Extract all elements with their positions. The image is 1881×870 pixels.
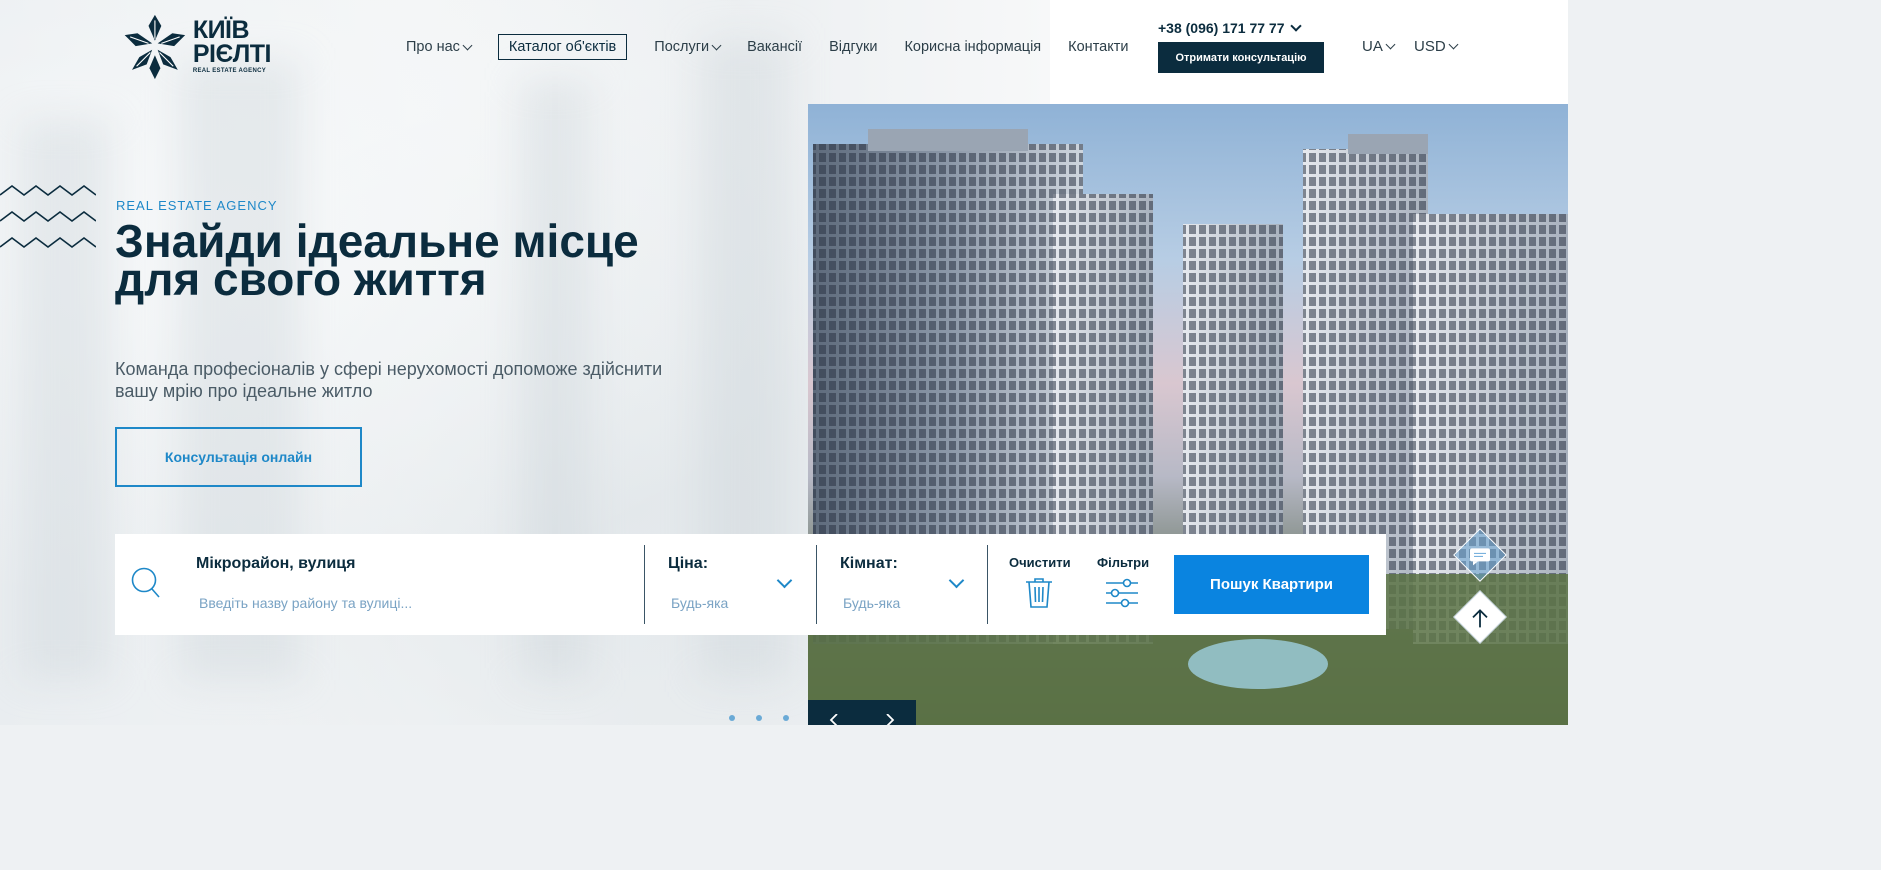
chevron-down-icon[interactable]: [948, 572, 965, 589]
filters-label: Фільтри: [1097, 555, 1150, 570]
language-value: UA: [1362, 38, 1383, 55]
nav-item-about[interactable]: Про нас: [406, 39, 473, 55]
nav-item-label: Вакансії: [747, 39, 803, 55]
logo-name-line2: РІЄЛТІ: [192, 40, 272, 68]
chevron-left-icon[interactable]: [828, 714, 840, 725]
slider-pagination: [729, 715, 810, 721]
chat-icon: [1470, 548, 1490, 566]
logo[interactable]: КИЇВ РІЄЛТІ REAL ESTATE AGENCY: [121, 9, 272, 84]
rooms-select[interactable]: Будь-яка: [843, 595, 900, 611]
nav-item-label: Відгуки: [829, 39, 878, 55]
nav-item-label: Про нас: [406, 39, 460, 55]
chevron-down-icon: [1448, 39, 1459, 50]
logo-tagline: REAL ESTATE AGENCY: [192, 68, 267, 74]
currency-select[interactable]: USD: [1414, 38, 1459, 55]
nav-item-useful-info[interactable]: Корисна інформація: [904, 39, 1041, 55]
phone-dropdown[interactable]: +38 (096) 171 77 77: [1158, 20, 1302, 36]
price-select[interactable]: Будь-яка: [671, 595, 728, 611]
chevron-down-icon: [1385, 39, 1396, 50]
divider: [987, 545, 988, 624]
divider: [644, 545, 645, 624]
location-label: Мікрорайон, вулиця: [196, 555, 356, 572]
zigzag-decoration-icon: [0, 185, 96, 248]
main-nav: Про нас Каталог об'єктів Послуги Вакансі…: [406, 34, 1155, 60]
slider-dot[interactable]: [729, 715, 735, 721]
arrow-up-icon: [1472, 609, 1488, 628]
snowflake-logo-icon: [124, 14, 186, 79]
nav-item-label: Корисна інформація: [904, 39, 1042, 55]
chevron-down-icon[interactable]: [776, 572, 793, 589]
chevron-right-icon[interactable]: [884, 714, 896, 725]
nav-item-label: Каталог об'єктів: [508, 39, 617, 55]
search-panel: Мікрорайон, вулиця Введіть назву району …: [115, 534, 1386, 635]
filter-sliders-icon: [1106, 578, 1138, 608]
slider-dot[interactable]: [783, 715, 789, 721]
slider-controls: [808, 700, 916, 725]
nav-item-catalog[interactable]: Каталог об'єктів: [497, 34, 628, 60]
divider: [816, 545, 817, 624]
logo-name-line1: КИЇВ: [192, 16, 250, 44]
hero-title: Знайди ідеальне місце для свого життя: [115, 215, 639, 305]
chevron-down-icon: [462, 40, 473, 50]
currency-value: USD: [1414, 38, 1446, 55]
rooms-label: Кімнат:: [840, 555, 898, 572]
clear-label: Очистити: [1009, 555, 1071, 570]
chevron-down-icon: [711, 40, 722, 50]
chevron-down-icon: [1289, 20, 1302, 32]
hero-subtitle: Команда професіоналів у сфері нерухомост…: [115, 359, 663, 401]
location-input[interactable]: Введіть назву району та вулиці...: [199, 595, 412, 611]
get-consultation-button[interactable]: Отримати консультацію: [1158, 42, 1324, 73]
nav-item-label: Послуги: [654, 39, 710, 55]
nav-item-services[interactable]: Послуги: [654, 39, 722, 55]
search-apartment-button[interactable]: Пошук Квартири: [1174, 555, 1369, 614]
hero-eyebrow: REAL ESTATE AGENCY: [116, 198, 278, 213]
phone-number: +38 (096) 171 77 77: [1158, 20, 1285, 36]
price-label: Ціна:: [668, 555, 709, 572]
nav-item-label: Контакти: [1068, 39, 1129, 55]
trash-icon: [1026, 578, 1052, 608]
nav-item-contacts[interactable]: Контакти: [1068, 39, 1128, 55]
nav-item-reviews[interactable]: Відгуки: [829, 39, 877, 55]
language-select[interactable]: UA: [1362, 38, 1396, 55]
nav-item-vacancies[interactable]: Вакансії: [747, 39, 802, 55]
slider-dot[interactable]: [756, 715, 762, 721]
search-icon: [131, 567, 160, 598]
online-consultation-button[interactable]: Консультація онлайн: [115, 427, 362, 487]
